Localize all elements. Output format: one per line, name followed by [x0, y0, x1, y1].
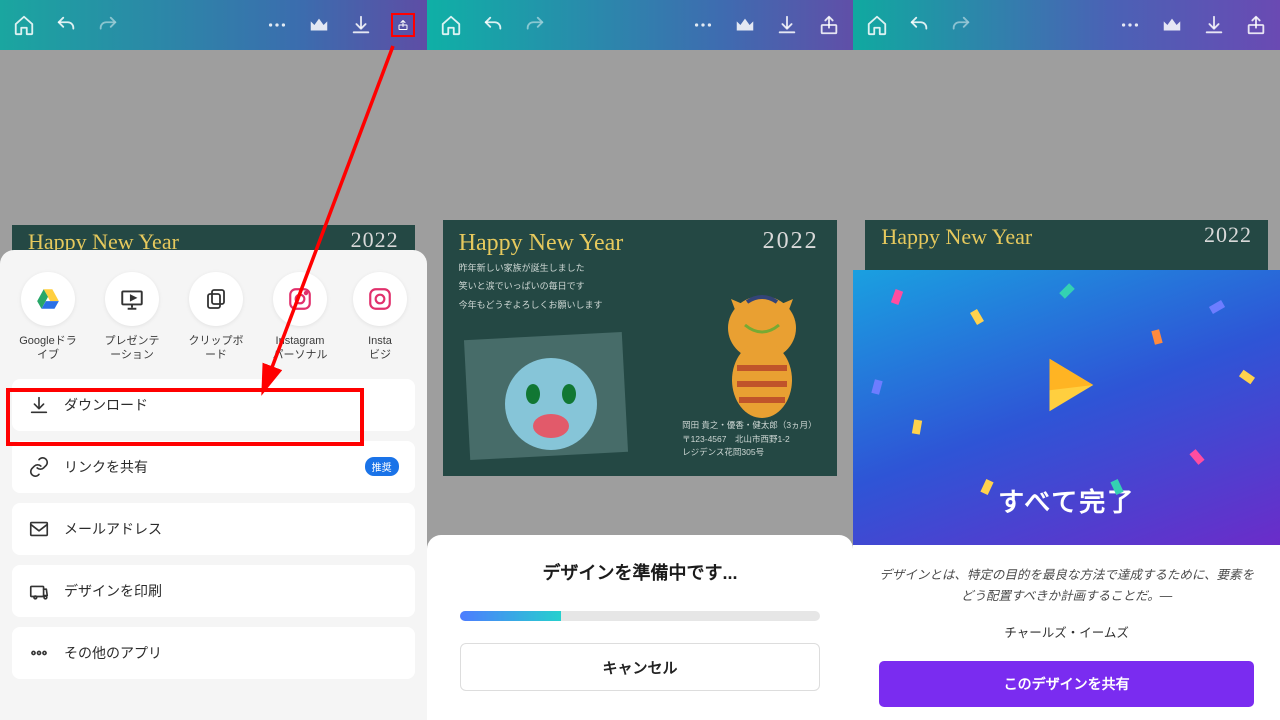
card-year: 2022 [1204, 222, 1252, 248]
card-year: 2022 [763, 228, 819, 255]
option-label: リンクを共有 [64, 457, 148, 477]
share-icon[interactable] [391, 13, 415, 37]
share-app-label: Googleドラ イブ [19, 334, 76, 363]
share-design-button[interactable]: このデザインを共有 [879, 661, 1254, 707]
redo-icon[interactable] [96, 13, 120, 37]
crown-icon[interactable] [307, 13, 331, 37]
share-app-clipboard[interactable]: クリップボ ード [174, 272, 258, 363]
progress-bar [460, 611, 819, 621]
option-label: デザインを印刷 [64, 581, 162, 601]
crown-icon[interactable] [733, 13, 757, 37]
share-app-present[interactable]: プレゼンテ ーション [90, 272, 174, 363]
option-email[interactable]: メールアドレス [12, 503, 415, 555]
play-celebration-icon [1032, 350, 1102, 420]
redo-icon[interactable] [949, 13, 973, 37]
gdrive-icon [21, 272, 75, 326]
option-print[interactable]: デザインを印刷 [12, 565, 415, 617]
share-app-label: Insta ビジ [368, 334, 392, 363]
share-icon[interactable] [1244, 13, 1268, 37]
preparing-sheet: デザインを準備中です... キャンセル [427, 535, 854, 720]
instagram-icon [353, 272, 407, 326]
design-preview-peek: Happy New Year 2022 [865, 220, 1268, 270]
quote-author: チャールズ・イームズ [1004, 622, 1129, 641]
topbar [427, 0, 854, 50]
topbar [0, 0, 427, 50]
undo-icon[interactable] [907, 13, 931, 37]
option-download[interactable]: ダウンロード [12, 379, 415, 431]
download-top-icon[interactable] [775, 13, 799, 37]
share-app-label: プレゼンテ ーション [105, 334, 160, 363]
option-other-apps[interactable]: その他のアプリ [12, 627, 415, 679]
clipboard-icon [189, 272, 243, 326]
share-sheet: Googleドラ イブ プレゼンテ ーション クリップボ ード Instagra… [0, 250, 427, 720]
redo-icon[interactable] [523, 13, 547, 37]
share-app-instagram[interactable]: Instagram パーソナル [258, 272, 342, 363]
share-app-instagram-biz[interactable]: Insta ビジ [338, 272, 422, 363]
recommended-badge: 推奨 [365, 457, 399, 476]
share-icon[interactable] [817, 13, 841, 37]
option-label: ダウンロード [64, 395, 148, 415]
crown-icon[interactable] [1160, 13, 1184, 37]
topbar [853, 0, 1280, 50]
pane-complete: Happy New Year 2022 すべて完了 デザインとは、特定の目的を最… [853, 0, 1280, 720]
progress-fill [460, 611, 561, 621]
complete-sheet: デザインとは、特定の目的を最良な方法で達成するために、要素をどう配置すべきか計画… [853, 545, 1280, 720]
card-msg1: 昨年新しい家族が誕生しました [443, 257, 837, 279]
undo-icon[interactable] [481, 13, 505, 37]
pane-share-sheet: Happy New Year 2022 Googleドラ イブ プレゼンテ ーシ… [0, 0, 427, 720]
download-top-icon[interactable] [349, 13, 373, 37]
address-line3: レジデンス花岡305号 [682, 446, 817, 460]
address-line2: 〒123-4567 北山市西野1-2 [682, 433, 817, 447]
share-apps-row[interactable]: Googleドラ イブ プレゼンテ ーション クリップボ ード Instagra… [0, 268, 427, 373]
more-icon[interactable] [265, 13, 289, 37]
home-icon[interactable] [439, 13, 463, 37]
option-label: メールアドレス [64, 519, 162, 539]
home-icon[interactable] [12, 13, 36, 37]
design-preview: Happy New Year 2022 昨年新しい家族が誕生しました 笑いと涙で… [443, 220, 837, 476]
cancel-button[interactable]: キャンセル [460, 643, 819, 691]
share-app-label: クリップボ ード [189, 334, 244, 363]
share-app-gdrive[interactable]: Googleドラ イブ [6, 272, 90, 363]
option-share-link[interactable]: リンクを共有 推奨 [12, 441, 415, 493]
share-options-list: ダウンロード リンクを共有 推奨 メールアドレス デザインを印刷 その他のアプリ [0, 373, 427, 679]
share-app-label: Instagram パーソナル [273, 334, 328, 363]
pane-preparing: Happy New Year 2022 昨年新しい家族が誕生しました 笑いと涙で… [427, 0, 854, 720]
more-icon[interactable] [691, 13, 715, 37]
instagram-icon [273, 272, 327, 326]
celebration-panel: すべて完了 [853, 270, 1280, 545]
undo-icon[interactable] [54, 13, 78, 37]
design-quote: デザインとは、特定の目的を最良な方法で達成するために、要素をどう配置すべきか計画… [879, 565, 1254, 608]
character-illustration [461, 330, 631, 465]
address-line1: 岡田 貴之・優香・健太郎（3ヵ月） [682, 419, 817, 433]
option-label: その他のアプリ [64, 643, 162, 663]
preparing-heading: デザインを準備中です... [542, 559, 737, 585]
present-icon [105, 272, 159, 326]
more-icon[interactable] [1118, 13, 1142, 37]
download-top-icon[interactable] [1202, 13, 1226, 37]
tiger-illustration [707, 280, 817, 420]
home-icon[interactable] [865, 13, 889, 37]
